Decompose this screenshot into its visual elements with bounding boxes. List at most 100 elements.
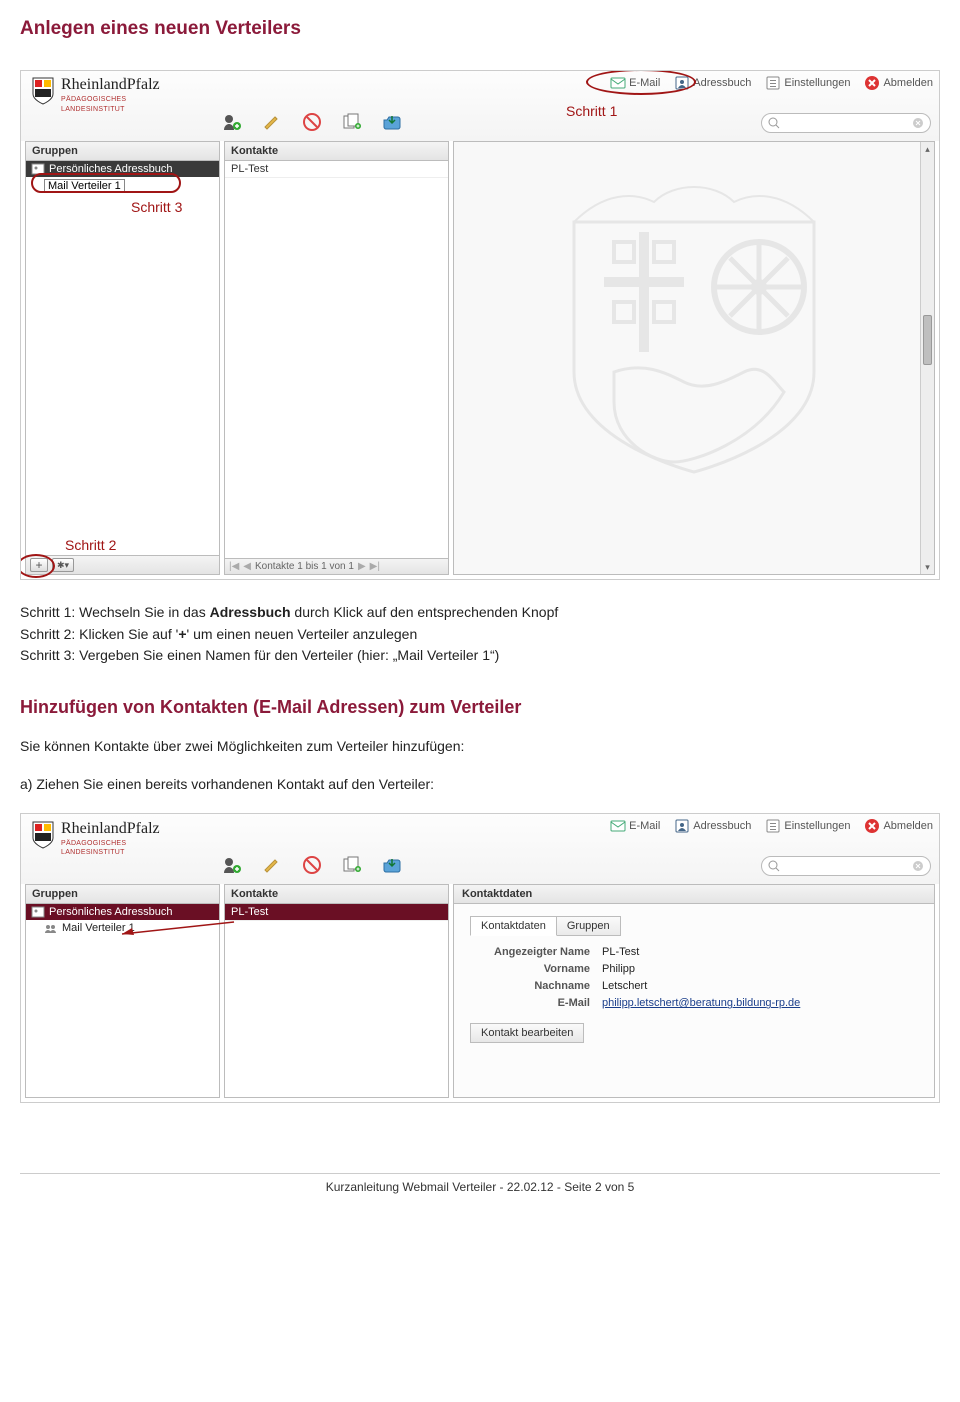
nav-addressbook-label-2: Adressbuch <box>693 820 751 832</box>
edit-contact-button[interactable]: Kontakt bearbeiten <box>470 1023 584 1043</box>
contact-pltest[interactable]: PL-Test <box>225 161 448 178</box>
import-button-2[interactable] <box>381 854 403 876</box>
step1-suffix: durch Klick auf den entsprechenden Knopf <box>291 604 559 620</box>
annotation-label-step3: Schritt 3 <box>131 199 182 215</box>
nav-addressbook[interactable]: Adressbuch <box>674 75 751 91</box>
search-input[interactable] <box>761 113 931 133</box>
section-heading-1: Anlegen eines neuen Verteilers <box>20 18 940 40</box>
pager-prev[interactable]: ◀ <box>243 561 251 572</box>
email-icon-2 <box>610 818 626 834</box>
intro2-text: Sie können Kontakte über zwei Möglichkei… <box>20 736 940 758</box>
pager-next[interactable]: ▶ <box>358 561 366 572</box>
nav-settings-label: Einstellungen <box>784 77 850 89</box>
nav-addressbook-label: Adressbuch <box>693 77 751 89</box>
field-email-value[interactable]: philipp.letschert@beratung.bildung-rp.de <box>602 997 800 1009</box>
add-group-button[interactable]: + <box>30 558 48 572</box>
field-display-value: PL-Test <box>602 946 918 958</box>
details-pane-2: Kontaktdaten Kontaktdaten Gruppen Angeze… <box>453 884 935 1098</box>
logo-sub-2b: LANDESINSTITUT <box>61 849 160 857</box>
logout-icon <box>864 75 880 91</box>
details-pane: ▴ ▾ <box>453 141 935 575</box>
compose-button-2[interactable] <box>261 854 283 876</box>
group-name-edit-input[interactable]: Mail Verteiler 1 <box>44 179 125 193</box>
page-footer: Kurzanleitung Webmail Verteiler - 22.02.… <box>20 1173 940 1194</box>
group-personal-label: Persönliches Adressbuch <box>49 163 173 175</box>
step1-bold: Adressbuch <box>210 604 291 620</box>
logo-shield-icon-2 <box>31 820 55 850</box>
add-contact-button-2[interactable] <box>221 854 243 876</box>
three-pane-layout-2: Gruppen Persönliches Adressbuch Mail Ver… <box>25 884 935 1098</box>
delete-button[interactable] <box>301 111 323 133</box>
pager-first[interactable]: |◀ <box>229 561 239 572</box>
contacts-header: Kontakte <box>225 142 448 161</box>
step3-text: Schritt 3: Vergeben Sie einen Namen für … <box>20 645 940 667</box>
group-mail-verteiler-1[interactable]: Mail Verteiler 1 <box>26 177 219 195</box>
pager-last[interactable]: ▶| <box>370 561 380 572</box>
contact-pltest-2[interactable]: PL-Test <box>225 904 448 921</box>
field-first-label: Vorname <box>470 963 590 975</box>
step1-prefix: Schritt 1: Wechseln Sie in das <box>20 604 210 620</box>
annotation-label-step1: Schritt 1 <box>566 103 617 119</box>
scroll-down-arrow-icon[interactable]: ▾ <box>921 560 934 574</box>
nav-email[interactable]: E-Mail <box>610 75 660 91</box>
field-display-label: Angezeigter Name <box>470 946 590 958</box>
field-last-value: Letschert <box>602 980 918 992</box>
contact-fields: Angezeigter Name PL-Test Vorname Philipp… <box>470 946 918 1009</box>
tab-kontaktdaten[interactable]: Kontaktdaten <box>470 916 557 936</box>
group-options-button[interactable]: ✱▾ <box>52 558 74 572</box>
scroll-up-arrow-icon[interactable]: ▴ <box>921 142 934 156</box>
logout-icon-2 <box>864 818 880 834</box>
import-button[interactable] <box>381 111 403 133</box>
clear-search-icon-2[interactable] <box>912 860 924 872</box>
step2-prefix: Schritt 2: Klicken Sie auf ' <box>20 626 178 642</box>
addressbook-small-icon-2 <box>31 906 45 918</box>
logo-brand-text: RheinlandPfalz <box>61 76 160 94</box>
logo-sub-1b: PÄDAGOGISCHES <box>61 840 160 848</box>
option-a-text: a) Ziehen Sie einen bereits vorhandenen … <box>20 774 940 796</box>
group-personal-label-2: Persönliches Adressbuch <box>49 906 173 918</box>
nav-logout-label: Abmelden <box>883 77 933 89</box>
nav-addressbook-2[interactable]: Adressbuch <box>674 818 751 834</box>
details-header: Kontaktdaten <box>454 885 934 904</box>
logo-brand-text-2: RheinlandPfalz <box>61 820 160 838</box>
step2-suffix: ' um einen neuen Verteiler anzulegen <box>187 626 418 642</box>
contacts-header-2: Kontakte <box>225 885 448 904</box>
nav-email-2[interactable]: E-Mail <box>610 818 660 834</box>
addressbook-small-icon <box>31 163 45 175</box>
field-email-label: E-Mail <box>470 997 590 1009</box>
logo: RheinlandPfalz PÄDAGOGISCHES LANDESINSTI… <box>31 76 160 113</box>
add-contact-button[interactable] <box>221 111 243 133</box>
addressbook-icon <box>674 75 690 91</box>
contacts-toolbar <box>221 111 403 133</box>
nav-settings-label-2: Einstellungen <box>784 820 850 832</box>
search-input-2[interactable] <box>761 856 931 876</box>
contacts-pager: |◀ ◀ Kontakte 1 bis 1 von 1 ▶ ▶| <box>229 561 380 572</box>
group-personal-addressbook-2[interactable]: Persönliches Adressbuch <box>26 904 219 920</box>
scroll-thumb[interactable] <box>923 315 932 365</box>
screenshot-1: RheinlandPfalz PÄDAGOGISCHES LANDESINSTI… <box>20 70 940 580</box>
screenshot-2: RheinlandPfalz PÄDAGOGISCHES LANDESINSTI… <box>20 813 940 1103</box>
logo-shield-icon <box>31 76 55 106</box>
groups-header-2: Gruppen <box>26 885 219 904</box>
nav-settings[interactable]: Einstellungen <box>765 75 850 91</box>
copy-contacts-button-2[interactable] <box>341 854 363 876</box>
nav-logout-2[interactable]: Abmelden <box>864 818 933 834</box>
logo-2: RheinlandPfalz PÄDAGOGISCHES LANDESINSTI… <box>31 820 160 857</box>
clear-search-icon[interactable] <box>912 117 924 129</box>
copy-contacts-button[interactable] <box>341 111 363 133</box>
step2-bold: + <box>178 626 186 642</box>
nav-settings-2[interactable]: Einstellungen <box>765 818 850 834</box>
contacts-pane-2: Kontakte PL-Test <box>224 884 449 1098</box>
tab-gruppen[interactable]: Gruppen <box>556 916 621 936</box>
compose-button[interactable] <box>261 111 283 133</box>
nav-logout-label-2: Abmelden <box>883 820 933 832</box>
field-last-label: Nachname <box>470 980 590 992</box>
nav-logout[interactable]: Abmelden <box>864 75 933 91</box>
field-first-value: Philipp <box>602 963 918 975</box>
top-nav: E-Mail Adressbuch Einstellungen Abmelden <box>610 75 933 91</box>
step-text-block: Schritt 1: Wechseln Sie in das Adressbuc… <box>20 602 940 667</box>
details-scrollbar[interactable]: ▴ ▾ <box>920 142 934 574</box>
search-icon-2 <box>768 860 780 872</box>
delete-button-2[interactable] <box>301 854 323 876</box>
group-personal-addressbook[interactable]: Persönliches Adressbuch <box>26 161 219 177</box>
